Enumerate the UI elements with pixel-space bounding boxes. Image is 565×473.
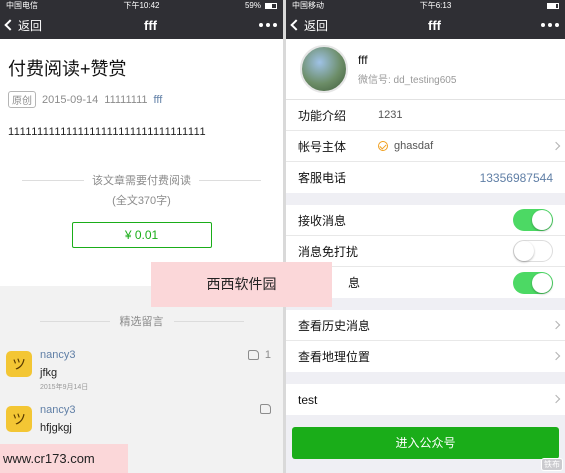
thumbs-up-icon <box>260 404 271 414</box>
verified-icon <box>378 141 388 151</box>
article-meta: 原创 2015-09-14 11111111 fff <box>8 91 275 108</box>
nav-bar: 返回 fff <box>286 11 565 39</box>
article: 付费阅读+赞赏 原创 2015-09-14 11111111 fff 11111… <box>0 39 283 248</box>
comment-date: 2015年9月14日 <box>40 384 89 391</box>
row-location[interactable]: 查看地理位置 <box>286 341 565 372</box>
like-button[interactable] <box>260 404 271 414</box>
row-value: 1231 <box>378 109 403 121</box>
chevron-left-icon <box>4 19 16 31</box>
row-label: 消息免打扰 <box>298 244 359 259</box>
pay-button[interactable]: ¥ 0.01 <box>71 222 212 248</box>
nav-title: fff <box>428 17 441 33</box>
battery-percent: 59% <box>244 1 261 10</box>
link-group: 查看历史消息 查看地理位置 <box>286 310 565 372</box>
row-label: 查看历史消息 <box>298 318 371 333</box>
comment-item: ツ nancy3 hfjgkgj <box>0 404 283 434</box>
account-name: fff <box>358 52 368 67</box>
left-screen: 中国电信 下午10:42 59% 返回 fff 付费阅读+赞赏 原创 2015-… <box>0 0 283 473</box>
chevron-right-icon <box>551 320 561 330</box>
comment-item: ツ nancy3 jfkg 2015年9月14日 1 <box>0 349 283 392</box>
back-button[interactable]: 返回 <box>4 17 43 34</box>
time-label: 下午6:13 <box>419 1 452 10</box>
watermark-banner: 西西软件园 <box>151 262 332 307</box>
corner-watermark: 铁布 <box>541 458 563 471</box>
more-menu-button[interactable] <box>540 23 559 27</box>
status-bar: 中国电信 下午10:42 59% <box>0 0 283 11</box>
paywall-notice: 该文章需要付费阅读 <box>8 172 275 188</box>
article-author: 11111111 <box>104 93 148 106</box>
back-label: 返回 <box>18 18 43 33</box>
row-test[interactable]: test <box>286 384 565 415</box>
article-body: 1111111111111111111111111111111111 <box>8 126 207 138</box>
site-watermark: www.cr173.com <box>0 444 128 473</box>
account-avatar[interactable] <box>300 45 348 93</box>
paywall: 该文章需要付费阅读 (全文370字) ¥ 0.01 <box>8 172 275 248</box>
carrier-label: 中国电信 <box>6 1 38 10</box>
chevron-left-icon <box>290 19 302 31</box>
battery-icon <box>546 2 559 9</box>
row-account-entity[interactable]: 帐号主体 ghasdaf <box>286 131 565 162</box>
right-screen: 中国移动 下午6:13 返回 fff fff 微信号: dd_testing60… <box>286 0 565 473</box>
wechat-id: 微信号: dd_testing605 <box>358 74 457 86</box>
time-label: 下午10:42 <box>123 1 160 10</box>
row-label: 查看地理位置 <box>298 350 371 364</box>
do-not-disturb-toggle[interactable] <box>513 240 553 262</box>
profile-header: fff 微信号: dd_testing605 <box>286 39 565 99</box>
status-bar: 中国移动 下午6:13 <box>286 0 565 11</box>
article-date: 2015-09-14 <box>42 93 99 106</box>
phone-number[interactable]: 13356987544 <box>480 171 553 185</box>
comment-text: hfjgkgj <box>40 422 72 434</box>
avatar[interactable]: ツ <box>6 351 32 377</box>
extra-group: test <box>286 384 565 415</box>
receive-messages-toggle[interactable] <box>513 209 553 231</box>
info-group: 功能介绍 1231 帐号主体 ghasdaf 客服电话 13356987544 <box>286 99 565 193</box>
like-button[interactable]: 1 <box>247 349 271 361</box>
back-button[interactable]: 返回 <box>290 17 329 34</box>
row-intro: 功能介绍 1231 <box>286 100 565 131</box>
original-tag: 原创 <box>8 91 36 108</box>
enter-account-button[interactable]: 进入公众号 <box>292 427 559 459</box>
row-value: ghasdaf <box>394 140 434 152</box>
row-receive-messages: 接收消息 <box>286 205 565 236</box>
battery-icon <box>264 2 277 9</box>
row-service-phone[interactable]: 客服电话 13356987544 <box>286 162 565 193</box>
nav-title: fff <box>144 17 157 33</box>
word-count: (全文370字) <box>112 195 171 207</box>
row-label: 接收消息 <box>298 213 347 228</box>
like-count: 1 <box>264 349 271 361</box>
comment-text: jfkg <box>40 367 58 379</box>
third-toggle[interactable] <box>513 271 553 294</box>
chevron-right-icon <box>551 394 561 404</box>
comments-header: 精选留言 <box>0 313 283 329</box>
back-label: 返回 <box>304 18 329 33</box>
chevron-right-icon <box>551 351 561 361</box>
comment-author[interactable]: nancy3 <box>40 349 273 361</box>
carrier-label: 中国移动 <box>292 1 324 10</box>
row-label: 功能介绍 <box>298 108 347 123</box>
row-history-messages[interactable]: 查看历史消息 <box>286 310 565 341</box>
row-label: 帐号主体 <box>298 139 347 154</box>
more-menu-button[interactable] <box>258 23 277 27</box>
chevron-right-icon <box>551 141 561 151</box>
row-label: test <box>298 392 318 407</box>
comment-author[interactable]: nancy3 <box>40 404 273 416</box>
avatar[interactable]: ツ <box>6 406 32 432</box>
account-link[interactable]: fff <box>154 94 163 106</box>
thumbs-up-icon <box>247 350 259 360</box>
nav-bar: 返回 fff <box>0 11 283 39</box>
article-title: 付费阅读+赞赏 <box>8 59 127 79</box>
row-label: 客服电话 <box>298 171 347 185</box>
